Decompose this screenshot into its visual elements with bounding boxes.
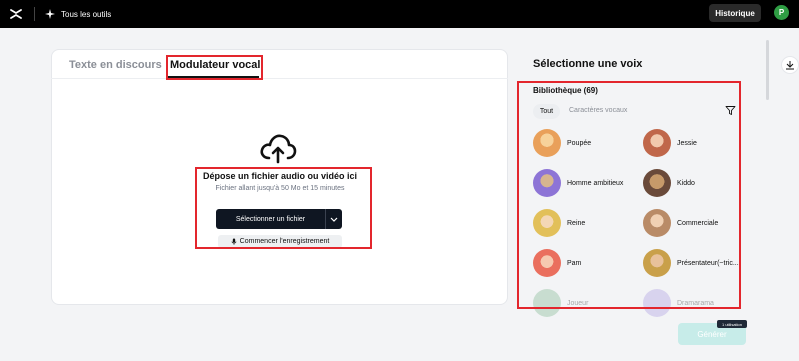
select-file-label: Sélectionner un fichier: [235, 215, 306, 223]
import-icon[interactable]: [781, 56, 799, 74]
sparkle-icon: [45, 9, 55, 19]
voice-avatar: [533, 169, 561, 197]
voice-item[interactable]: Dramarama: [643, 288, 714, 318]
voice-avatar: [643, 129, 671, 157]
filter-voice-characters[interactable]: Caractères vocaux: [569, 107, 627, 114]
tab-text-to-speech[interactable]: Texte en discours: [69, 59, 162, 71]
chevron-down-icon[interactable]: [326, 215, 342, 223]
scrollbar[interactable]: [766, 40, 769, 100]
filter-icon[interactable]: [725, 105, 736, 116]
voice-item[interactable]: Poupée: [533, 128, 591, 158]
voice-item[interactable]: Pam: [533, 248, 581, 278]
voice-name: Pam: [567, 259, 582, 267]
voice-item[interactable]: Commerciale: [643, 208, 718, 238]
capcut-logo-icon[interactable]: [8, 6, 24, 22]
microphone-icon: [231, 238, 237, 245]
history-button[interactable]: Historique: [709, 4, 761, 22]
voice-avatar: [643, 289, 671, 317]
start-recording-button[interactable]: Commencer l'enregistrement: [218, 235, 342, 248]
voice-name: Reine: [567, 219, 586, 227]
voice-name: Poupée: [567, 139, 592, 147]
voice-avatar: [643, 169, 671, 197]
topbar-divider: [34, 7, 35, 21]
cloud-upload-icon: [260, 134, 297, 164]
voice-item[interactable]: Homme ambitieux: [533, 168, 623, 198]
credit-badge: 1 utilisation: [717, 320, 747, 328]
voice-item[interactable]: Kiddo: [643, 168, 695, 198]
voice-name: Homme ambitieux: [567, 179, 624, 187]
voice-item[interactable]: Jessie: [643, 128, 697, 158]
all-tools-label: Tous les outils: [61, 9, 112, 19]
tabs-divider: [51, 78, 508, 79]
user-avatar[interactable]: P: [774, 5, 789, 20]
voice-item[interactable]: Joueur: [533, 288, 588, 318]
drop-zone-subtitle: Fichier allant jusqu'à 50 Mo et 15 minut…: [215, 185, 345, 192]
select-file-button[interactable]: Sélectionner un fichier: [216, 209, 342, 229]
voice-avatar: [533, 249, 561, 277]
active-tab-indicator: [168, 76, 259, 78]
voice-avatar: [533, 289, 561, 317]
start-recording-label: Commencer l'enregistrement: [239, 238, 330, 245]
voice-name: Présentateur(~tric...: [677, 259, 739, 267]
all-tools-button[interactable]: Tous les outils: [44, 5, 111, 23]
voice-name: Dramarama: [677, 299, 714, 307]
voice-avatar: [533, 209, 561, 237]
voice-name: Joueur: [567, 299, 589, 307]
voice-item[interactable]: Reine: [533, 208, 585, 238]
voice-name: Commerciale: [677, 219, 719, 227]
voice-item[interactable]: Présentateur(~tric...: [643, 248, 739, 278]
drop-zone-title: Dépose un fichier audio ou vidéo ici: [202, 171, 358, 181]
voice-avatar: [643, 209, 671, 237]
voice-panel-title: Sélectionne une voix: [533, 58, 643, 70]
filter-all-chip[interactable]: Tout: [533, 104, 560, 119]
voice-name: Kiddo: [677, 179, 695, 187]
top-bar: Tous les outils Historique P: [0, 0, 799, 28]
tab-voice-changer[interactable]: Modulateur vocal: [170, 59, 260, 71]
voice-avatar: [643, 249, 671, 277]
library-label: Bibliothèque (69): [533, 86, 598, 95]
voice-name: Jessie: [677, 139, 697, 147]
voice-avatar: [533, 129, 561, 157]
